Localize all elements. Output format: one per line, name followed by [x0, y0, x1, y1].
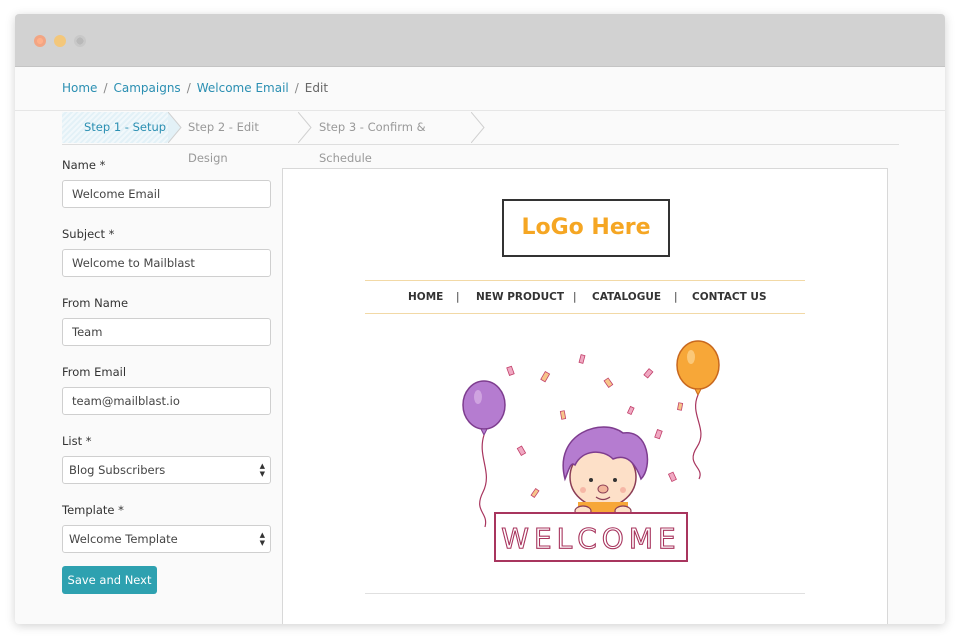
- breadcrumb-welcome-email-link[interactable]: Welcome Email: [197, 81, 289, 95]
- nav-separator: |: [456, 291, 460, 303]
- orange-balloon-icon: [676, 340, 720, 480]
- campaign-setup-form: Name * Subject * From Name From Email Li…: [62, 158, 272, 594]
- updown-caret-icon: ▲ ▼: [259, 531, 265, 547]
- from-email-label: From Email: [62, 365, 127, 379]
- maximize-window-icon[interactable]: [74, 35, 86, 47]
- breadcrumb-separator: /: [294, 81, 299, 95]
- template-label: Template *: [62, 503, 124, 517]
- nav-contact-us[interactable]: CONTACT US: [692, 281, 767, 314]
- breadcrumb-campaigns-link[interactable]: Campaigns: [113, 81, 180, 95]
- welcome-text: WELCOME: [501, 522, 680, 555]
- browser-window: Home / Campaigns / Welcome Email / Edit Step 1…: [15, 14, 945, 624]
- breadcrumb-current: Edit: [304, 81, 329, 95]
- nav-separator: |: [573, 291, 577, 303]
- logo-placeholder: LoGo Here: [502, 199, 670, 257]
- email-preview: LoGo Here HOME | NEW PRODUCT | CATALOGUE…: [282, 168, 888, 624]
- breadcrumb-separator: /: [103, 81, 108, 95]
- list-select[interactable]: Blog Subscribers ▲ ▼: [62, 456, 271, 484]
- preview-footer-divider: [365, 593, 805, 594]
- from-name-input[interactable]: [62, 318, 271, 346]
- step-2-edit-design[interactable]: Step 2 - Edit Design: [182, 112, 294, 165]
- template-selected-value: Welcome Template: [69, 532, 178, 546]
- breadcrumb-home-link[interactable]: Home: [62, 81, 97, 95]
- name-label: Name *: [62, 158, 106, 172]
- breadcrumb-separator: /: [186, 81, 191, 95]
- from-email-input[interactable]: [62, 387, 271, 415]
- name-input[interactable]: [62, 180, 271, 208]
- breadcrumb: Home / Campaigns / Welcome Email / Edit: [62, 81, 328, 95]
- minimize-window-icon[interactable]: [54, 35, 66, 47]
- steps-divider: [62, 144, 899, 145]
- nav-home[interactable]: HOME: [408, 281, 443, 314]
- step-wizard: Step 1 - Setup Step 2 - Edit Design Step…: [62, 112, 899, 165]
- nav-catalogue[interactable]: CATALOGUE: [592, 281, 661, 314]
- step-3-confirm-schedule[interactable]: Step 3 - Confirm & Schedule: [312, 112, 482, 165]
- step-1-setup[interactable]: Step 1 - Setup: [62, 112, 168, 143]
- from-name-label: From Name: [62, 296, 129, 310]
- list-label: List *: [62, 434, 92, 448]
- kid-illustration: [562, 426, 649, 517]
- title-bar: [15, 14, 945, 67]
- nav-separator: |: [674, 291, 678, 303]
- step-chevron-icon: [298, 112, 312, 143]
- header-divider: [15, 110, 945, 111]
- purple-balloon-icon: [462, 380, 506, 528]
- subject-input[interactable]: [62, 249, 271, 277]
- welcome-illustration: WELCOME: [462, 340, 720, 562]
- email-nav: HOME | NEW PRODUCT | CATALOGUE | CONTACT…: [365, 280, 805, 314]
- close-window-icon[interactable]: [34, 35, 46, 47]
- step-chevron-icon: [168, 112, 182, 143]
- save-and-next-button[interactable]: Save and Next: [62, 566, 157, 594]
- updown-caret-icon: ▲ ▼: [259, 462, 265, 478]
- nav-new-product[interactable]: NEW PRODUCT: [476, 281, 564, 314]
- template-select[interactable]: Welcome Template ▲ ▼: [62, 525, 271, 553]
- list-selected-value: Blog Subscribers: [69, 463, 166, 477]
- step-chevron-icon: [471, 112, 485, 143]
- subject-label: Subject *: [62, 227, 115, 241]
- step-label: Step 1 - Setup: [84, 120, 167, 134]
- step-label: Step 3 - Confirm & Schedule: [319, 120, 426, 165]
